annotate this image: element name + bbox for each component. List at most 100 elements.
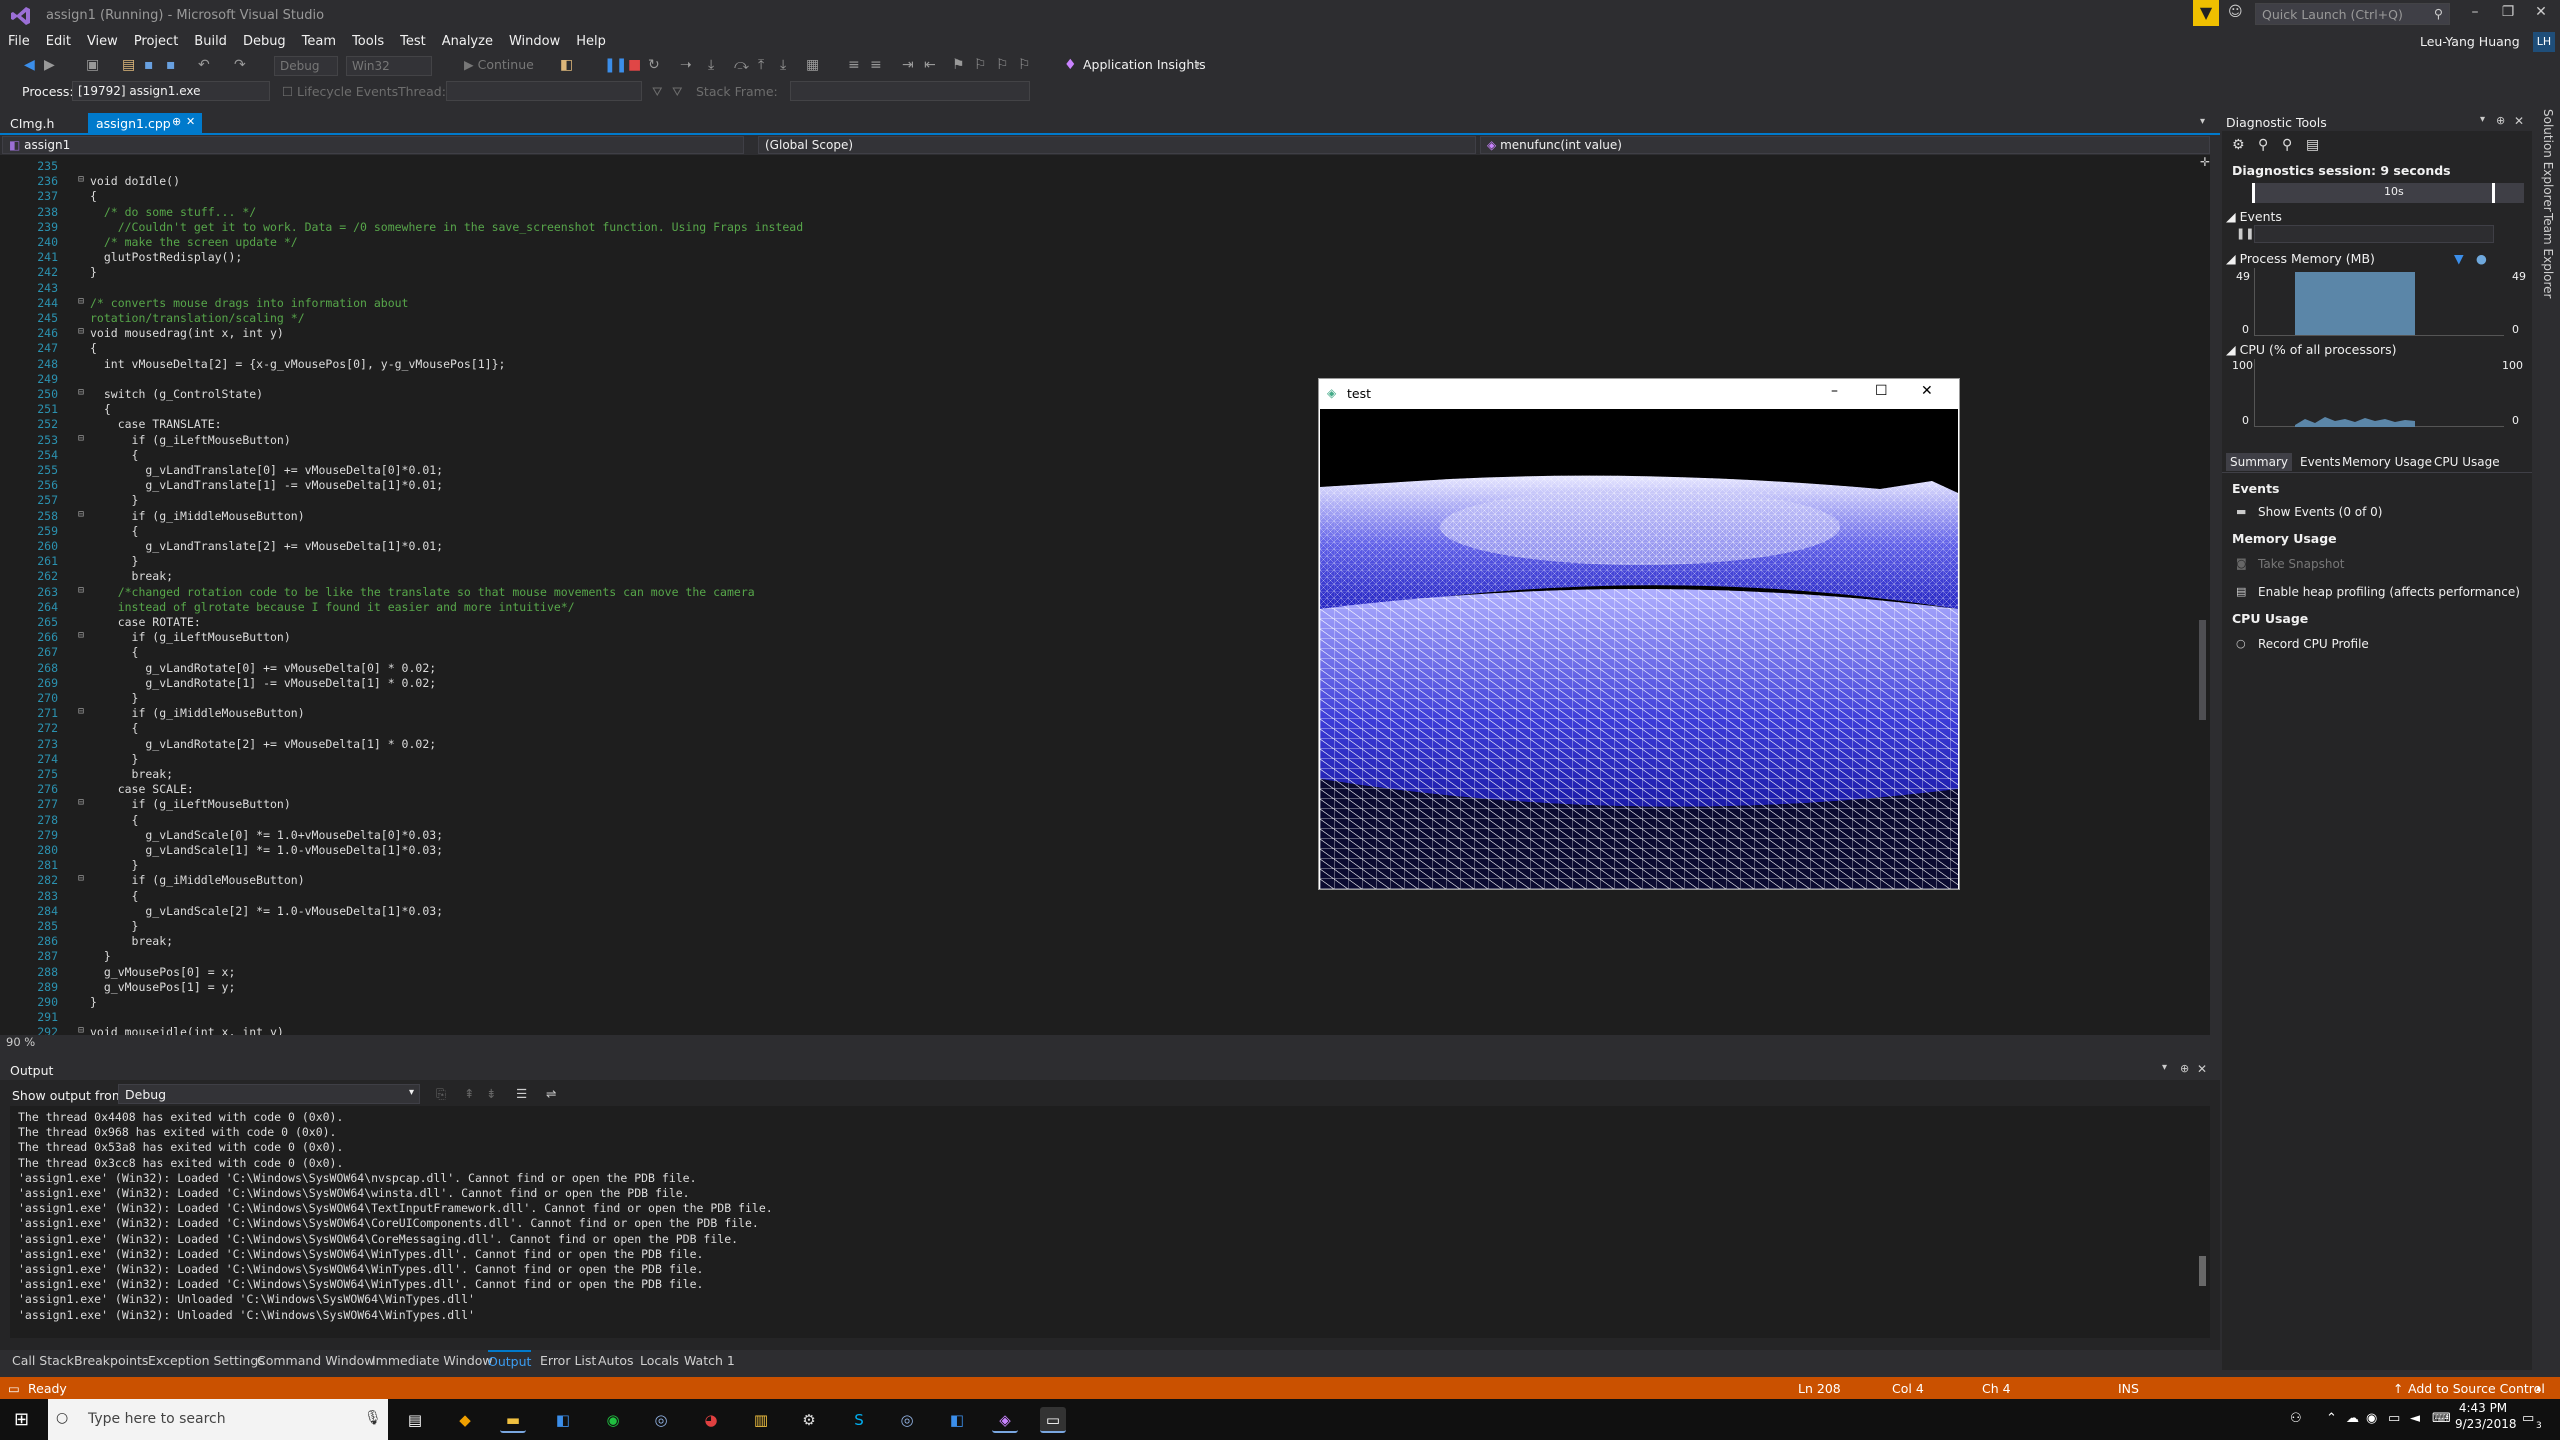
menu-test[interactable]: Test xyxy=(392,31,434,52)
taskbar-search-box[interactable]: ○ Type here to search 🎙 xyxy=(48,1399,388,1440)
tab-solution-explorer[interactable]: Solution Explorer xyxy=(2541,109,2555,212)
lifecycle-events-button[interactable]: Lifecycle Events xyxy=(297,84,398,99)
steam-client-icon[interactable]: ◎ xyxy=(894,1407,920,1433)
events-track[interactable] xyxy=(2254,225,2494,243)
menu-tools[interactable]: Tools xyxy=(344,31,392,52)
memory-graph[interactable] xyxy=(2254,268,2504,336)
tab-immediate-window[interactable]: Immediate Window xyxy=(372,1353,493,1368)
menu-window[interactable]: Window xyxy=(501,31,568,52)
tab-events[interactable]: Events xyxy=(2300,455,2341,469)
tab-memory-usage[interactable]: Memory Usage xyxy=(2342,455,2432,469)
action-center-icon[interactable]: ▭ xyxy=(2522,1411,2534,1426)
visual-studio-icon[interactable]: ◧ xyxy=(944,1407,970,1433)
project-select[interactable]: ◧ assign1 xyxy=(2,136,744,154)
close-button[interactable]: ✕ xyxy=(2528,4,2554,26)
fold-toggle-icon[interactable]: ⊟ xyxy=(78,630,84,641)
code-line[interactable]: 242} xyxy=(0,265,2200,280)
show-hidden-icons[interactable]: ⌃ xyxy=(2326,1411,2337,1426)
flag-icon[interactable]: ⛛ xyxy=(672,84,683,100)
save-icon[interactable]: ▪ xyxy=(144,57,154,73)
code-line[interactable]: 291 xyxy=(0,1010,2200,1025)
add-to-source-control-button[interactable]: Add to Source Control xyxy=(2408,1381,2545,1396)
xbox-icon[interactable]: ◉ xyxy=(600,1407,626,1433)
code-line[interactable]: 284 g_vLandScale[2] *= 1.0-vMouseDelta[1… xyxy=(0,904,2200,919)
zoom-level[interactable]: 90 % xyxy=(6,1035,35,1049)
settings-gear-icon[interactable]: ⚙ xyxy=(2232,137,2245,153)
code-line[interactable]: 247 { xyxy=(0,341,2200,356)
skype-icon[interactable]: S xyxy=(846,1407,872,1433)
timeline-ruler[interactable]: 10s xyxy=(2252,183,2524,203)
code-line[interactable]: 285 } xyxy=(0,919,2200,934)
outdent-icon[interactable]: ⇤ xyxy=(924,57,936,73)
fold-toggle-icon[interactable]: ⊟ xyxy=(78,873,84,884)
menu-help[interactable]: Help xyxy=(568,31,614,52)
step-back-icon[interactable]: ⤓ xyxy=(780,57,786,73)
threads-icon[interactable]: ≡ xyxy=(848,57,860,73)
code-line[interactable]: 238 /* do some stuff... */ xyxy=(0,205,2200,220)
fold-toggle-icon[interactable]: ⊟ xyxy=(78,387,84,398)
code-line[interactable]: 283 { xyxy=(0,889,2200,904)
input-icon[interactable]: ▭ xyxy=(2388,1411,2400,1426)
volume-icon[interactable]: ◄ xyxy=(2410,1411,2420,1426)
fold-toggle-icon[interactable]: ⊟ xyxy=(78,174,84,185)
quick-launch-input[interactable]: Quick Launch (Ctrl+Q) ⚲ xyxy=(2255,3,2450,25)
hex-display-icon[interactable]: ▦ xyxy=(806,57,819,73)
pin-panel-icon[interactable]: ⊕ xyxy=(2496,114,2505,127)
code-line[interactable]: 286 break; xyxy=(0,934,2200,949)
bookmark-icon[interactable]: ⚑ xyxy=(952,57,965,73)
scope-select[interactable]: (Global Scope) xyxy=(758,136,1476,154)
restart-icon[interactable]: ↻ xyxy=(648,57,660,73)
code-line[interactable]: 239 //Couldn't get it to work. Data = /0… xyxy=(0,220,2200,235)
code-line[interactable]: 235 xyxy=(0,159,2200,174)
find-message-icon[interactable]: ⎘ xyxy=(436,1086,446,1102)
menu-edit[interactable]: Edit xyxy=(38,31,79,52)
cpu-graph[interactable] xyxy=(2254,359,2504,427)
split-editor-icon[interactable]: ✛ xyxy=(2200,155,2210,169)
clock[interactable]: 4:43 PM 9/23/2018 xyxy=(2455,1401,2517,1431)
steam-icon[interactable]: ◎ xyxy=(648,1407,674,1433)
stack-frame-select[interactable] xyxy=(790,81,1030,101)
tab-autos[interactable]: Autos xyxy=(598,1353,634,1368)
tab-output[interactable]: Output xyxy=(488,1350,532,1369)
fold-toggle-icon[interactable]: ⊟ xyxy=(78,1025,84,1035)
code-line[interactable]: 244 ⊟ /* converts mouse drags into informa… xyxy=(0,296,2200,311)
settings-icon[interactable]: ⚙ xyxy=(796,1407,822,1433)
keyboard-icon[interactable]: ⌨ xyxy=(2432,1411,2451,1426)
test-minimize-button[interactable]: – xyxy=(1831,383,1838,399)
output-source-select[interactable]: Debug ▾ xyxy=(118,1084,420,1104)
record-cpu-profile-button[interactable]: Record CPU Profile xyxy=(2258,637,2369,651)
vs-installer-icon[interactable]: ◧ xyxy=(550,1407,576,1433)
code-line[interactable]: 289 g_vMousePos[1] = y; xyxy=(0,980,2200,995)
opengl-render-canvas[interactable] xyxy=(1320,409,1958,889)
forward-icon[interactable]: ▶ xyxy=(44,57,55,73)
tab-call-stack[interactable]: Call Stack xyxy=(12,1353,74,1368)
test-window[interactable]: ◈ test – ☐ ✕ xyxy=(1318,378,1960,890)
fold-toggle-icon[interactable]: ⊟ xyxy=(78,706,84,717)
fold-toggle-icon[interactable]: ⊟ xyxy=(78,296,84,307)
clear-bookmarks-icon[interactable]: ⚐ xyxy=(1018,57,1031,73)
menu-file[interactable]: File xyxy=(0,31,38,52)
stop-icon[interactable]: ■ xyxy=(628,57,641,73)
visual-studio-running-icon[interactable]: ◈ xyxy=(992,1407,1018,1433)
editor-scrollbar[interactable] xyxy=(2195,155,2210,1035)
fold-toggle-icon[interactable]: ⊟ xyxy=(78,509,84,520)
prev-bookmark-icon[interactable]: ⚐ xyxy=(974,57,987,73)
test-maximize-button[interactable]: ☐ xyxy=(1875,383,1888,399)
step-into-icon[interactable]: ⤓ xyxy=(708,57,714,73)
output-scrollbar[interactable] xyxy=(2195,1106,2210,1338)
people-icon[interactable]: ⚇ xyxy=(2290,1411,2302,1426)
back-icon[interactable]: ◀ xyxy=(24,57,35,73)
undo-icon[interactable]: ↶ xyxy=(198,57,210,73)
tab-watch-1[interactable]: Watch 1 xyxy=(684,1353,735,1368)
network-icon[interactable]: ◉ xyxy=(2366,1411,2377,1426)
close-panel-icon[interactable]: ✕ xyxy=(2197,1062,2207,1076)
feedback-icon[interactable]: ☺ xyxy=(2228,4,2243,20)
close-tab-icon[interactable]: ✕ xyxy=(186,115,195,128)
tab-cpu-usage[interactable]: CPU Usage xyxy=(2434,455,2500,469)
redo-icon[interactable]: ↷ xyxy=(234,57,246,73)
fold-toggle-icon[interactable]: ⊟ xyxy=(78,433,84,444)
fold-toggle-icon[interactable]: ⊟ xyxy=(78,326,84,337)
pause-icon[interactable]: ❚❚ xyxy=(604,57,627,73)
pin-icon[interactable]: ⊕ xyxy=(172,115,181,128)
notes-icon[interactable]: ▥ xyxy=(748,1407,774,1433)
